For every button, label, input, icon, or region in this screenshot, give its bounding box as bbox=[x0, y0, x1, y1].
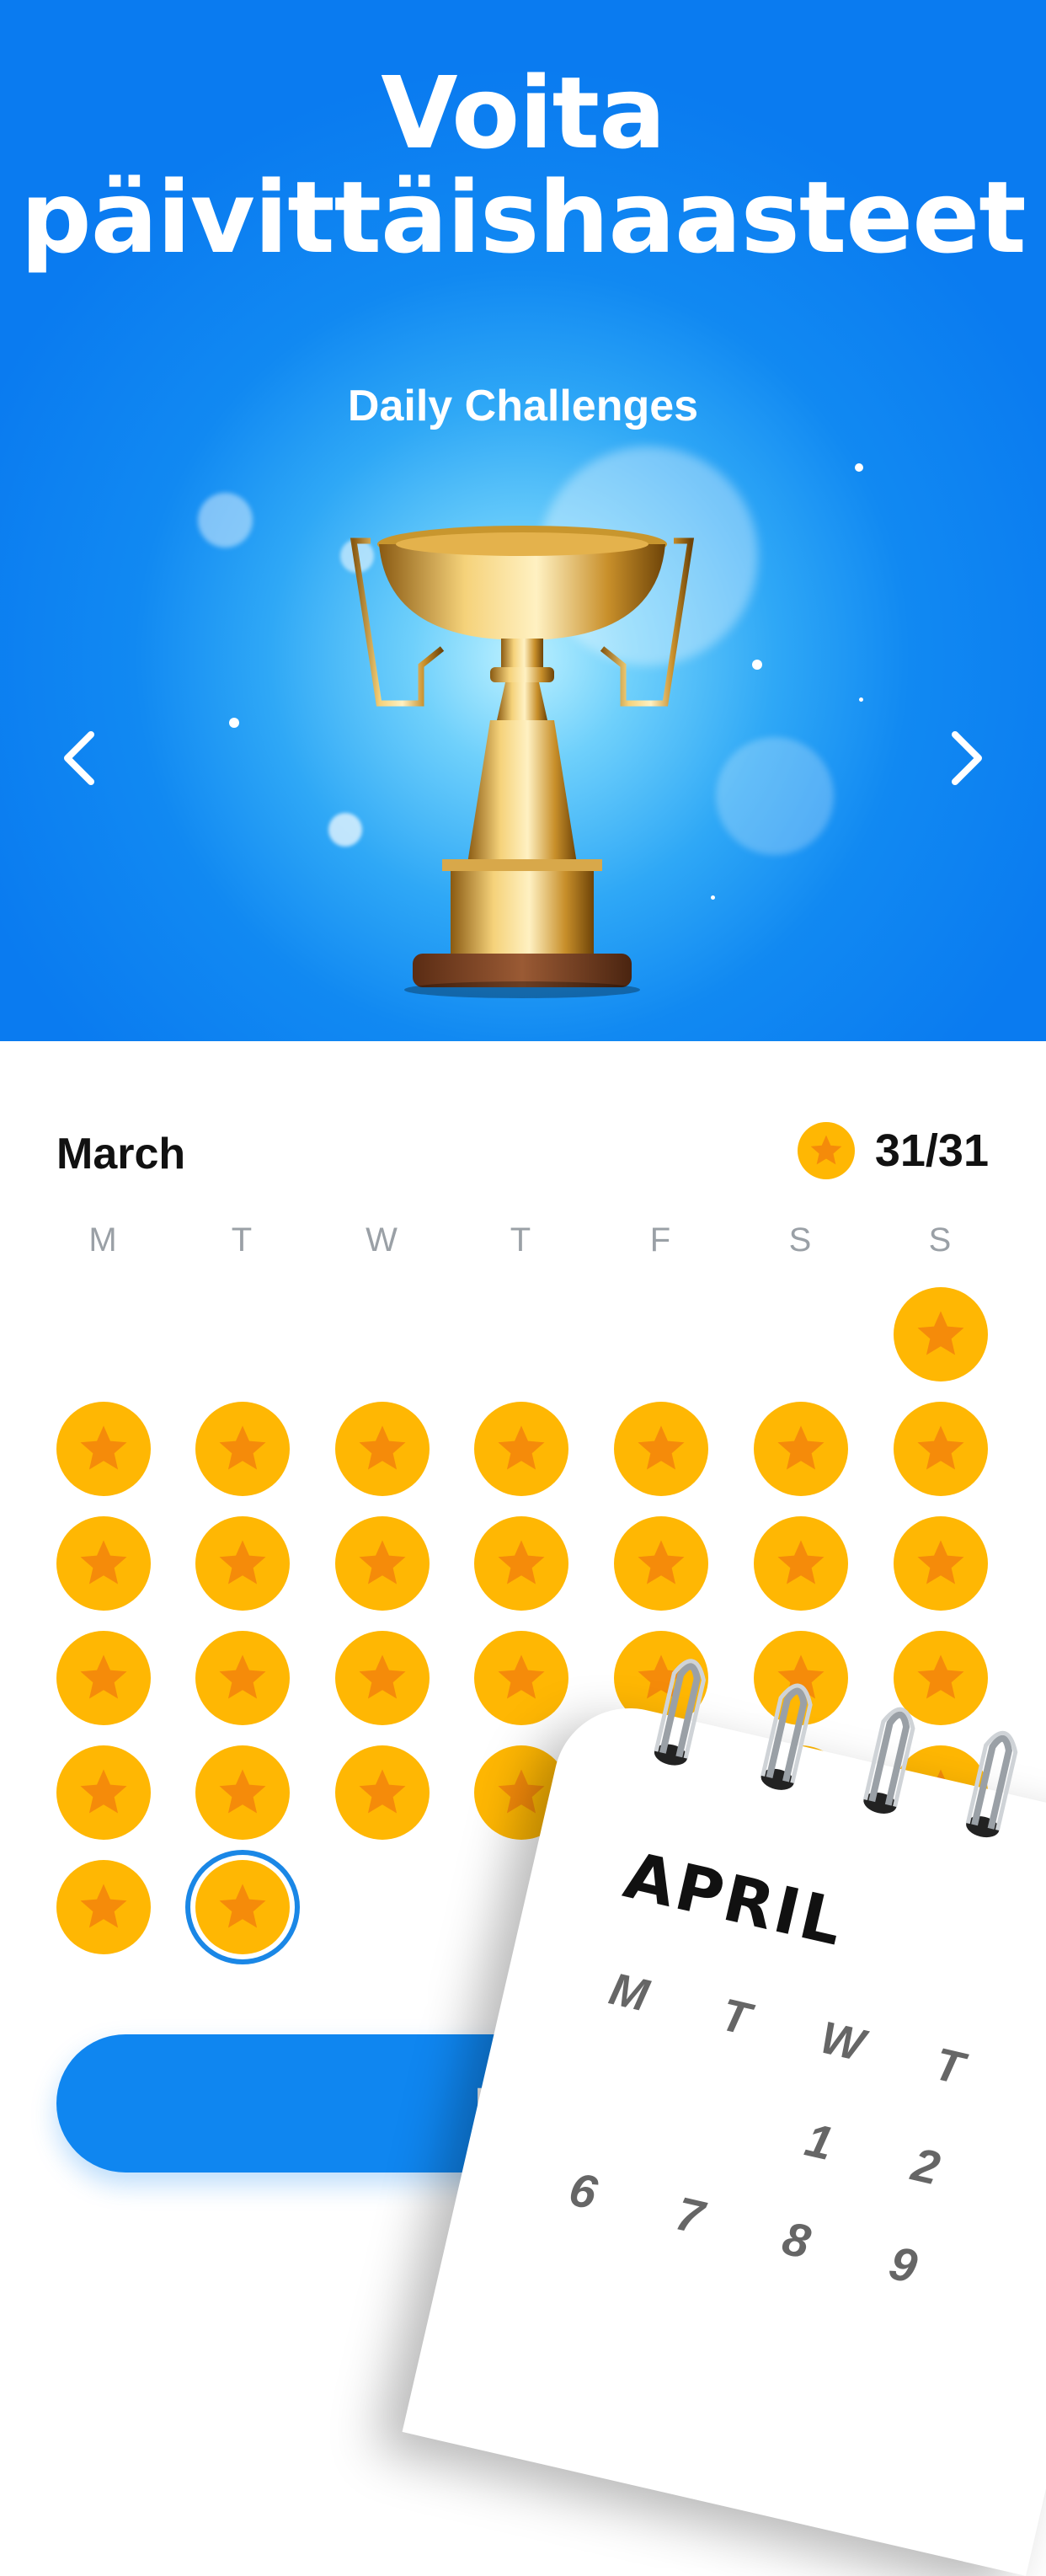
weekday-label: S bbox=[788, 1221, 812, 1259]
day-coin[interactable] bbox=[56, 1860, 151, 1954]
day-coin[interactable] bbox=[894, 1287, 988, 1382]
day-coin[interactable] bbox=[195, 1631, 290, 1725]
star-icon bbox=[80, 1769, 127, 1814]
hero-subtitle: Daily Challenges bbox=[347, 382, 699, 430]
star-coin-icon bbox=[797, 1122, 855, 1179]
day-coin[interactable] bbox=[754, 1402, 848, 1496]
weekday-label: S bbox=[928, 1221, 952, 1259]
star-icon bbox=[80, 1425, 127, 1470]
sparkle bbox=[855, 463, 863, 472]
sparkle bbox=[711, 895, 715, 900]
previous-button[interactable] bbox=[49, 724, 116, 792]
star-icon bbox=[498, 1540, 545, 1585]
weekday-label: W bbox=[366, 1221, 398, 1259]
star-icon bbox=[219, 1425, 266, 1470]
weekday-label: M bbox=[88, 1221, 117, 1259]
star-icon bbox=[917, 1654, 964, 1699]
day-coin[interactable] bbox=[614, 1402, 708, 1496]
day-coin[interactable] bbox=[56, 1516, 151, 1611]
day-coin[interactable] bbox=[195, 1516, 290, 1611]
star-icon bbox=[80, 1884, 127, 1928]
weekday-label: T bbox=[231, 1221, 253, 1259]
star-icon bbox=[777, 1540, 825, 1585]
day-coin[interactable] bbox=[335, 1516, 430, 1611]
star-icon bbox=[80, 1540, 127, 1585]
hero-banner: Voita päivittäishaasteet Daily Challenge… bbox=[0, 0, 1046, 1041]
day-coin-selected[interactable] bbox=[195, 1860, 290, 1954]
day-coin[interactable] bbox=[335, 1745, 430, 1840]
star-icon bbox=[917, 1425, 964, 1470]
chevron-left-icon bbox=[64, 731, 94, 785]
day-coin[interactable] bbox=[335, 1402, 430, 1496]
star-count-text: 31/31 bbox=[874, 1125, 989, 1176]
hero-title-line2: päivittäishaasteet bbox=[20, 159, 1026, 275]
day-coin[interactable] bbox=[56, 1631, 151, 1725]
star-icon bbox=[777, 1425, 825, 1470]
day-coin[interactable] bbox=[614, 1516, 708, 1611]
day-coin[interactable] bbox=[894, 1516, 988, 1611]
day-coin[interactable] bbox=[474, 1402, 568, 1496]
weekday-label: F bbox=[649, 1221, 671, 1259]
day-coin[interactable] bbox=[195, 1402, 290, 1496]
day-coin[interactable] bbox=[335, 1631, 430, 1725]
month-label: March bbox=[56, 1130, 186, 1178]
star-icon bbox=[638, 1425, 685, 1470]
bokeh-light bbox=[198, 493, 253, 548]
day-coin[interactable] bbox=[474, 1516, 568, 1611]
star-icon bbox=[498, 1654, 545, 1699]
chevron-right-icon bbox=[952, 731, 982, 785]
hero-title-line1: Voita bbox=[381, 55, 665, 171]
star-icon bbox=[359, 1540, 406, 1585]
sparkle bbox=[752, 660, 762, 670]
star-icon bbox=[359, 1769, 406, 1814]
hero-title: Voita päivittäishaasteet bbox=[0, 61, 1046, 270]
day-coin[interactable] bbox=[894, 1402, 988, 1496]
day-coin[interactable] bbox=[474, 1631, 568, 1725]
next-button[interactable] bbox=[930, 724, 997, 792]
day-coin[interactable] bbox=[56, 1745, 151, 1840]
star-icon bbox=[219, 1884, 266, 1928]
star-icon bbox=[359, 1654, 406, 1699]
star-icon bbox=[638, 1540, 685, 1585]
star-icon bbox=[917, 1540, 964, 1585]
star-icon bbox=[498, 1425, 545, 1470]
day-coin[interactable] bbox=[56, 1402, 151, 1496]
star-icon bbox=[359, 1425, 406, 1470]
sparkle bbox=[859, 697, 863, 702]
star-icon bbox=[219, 1540, 266, 1585]
star-counter: 31/31 bbox=[797, 1120, 989, 1181]
weekday-label: T bbox=[510, 1221, 531, 1259]
star-icon bbox=[917, 1311, 964, 1355]
star-icon bbox=[80, 1654, 127, 1699]
trophy-image bbox=[350, 526, 695, 998]
star-icon bbox=[219, 1769, 266, 1814]
star-icon bbox=[219, 1654, 266, 1699]
day-coin[interactable] bbox=[754, 1516, 848, 1611]
bokeh-light bbox=[716, 737, 834, 855]
sparkle bbox=[229, 718, 239, 728]
day-coin[interactable] bbox=[195, 1745, 290, 1840]
star-icon bbox=[498, 1769, 545, 1814]
